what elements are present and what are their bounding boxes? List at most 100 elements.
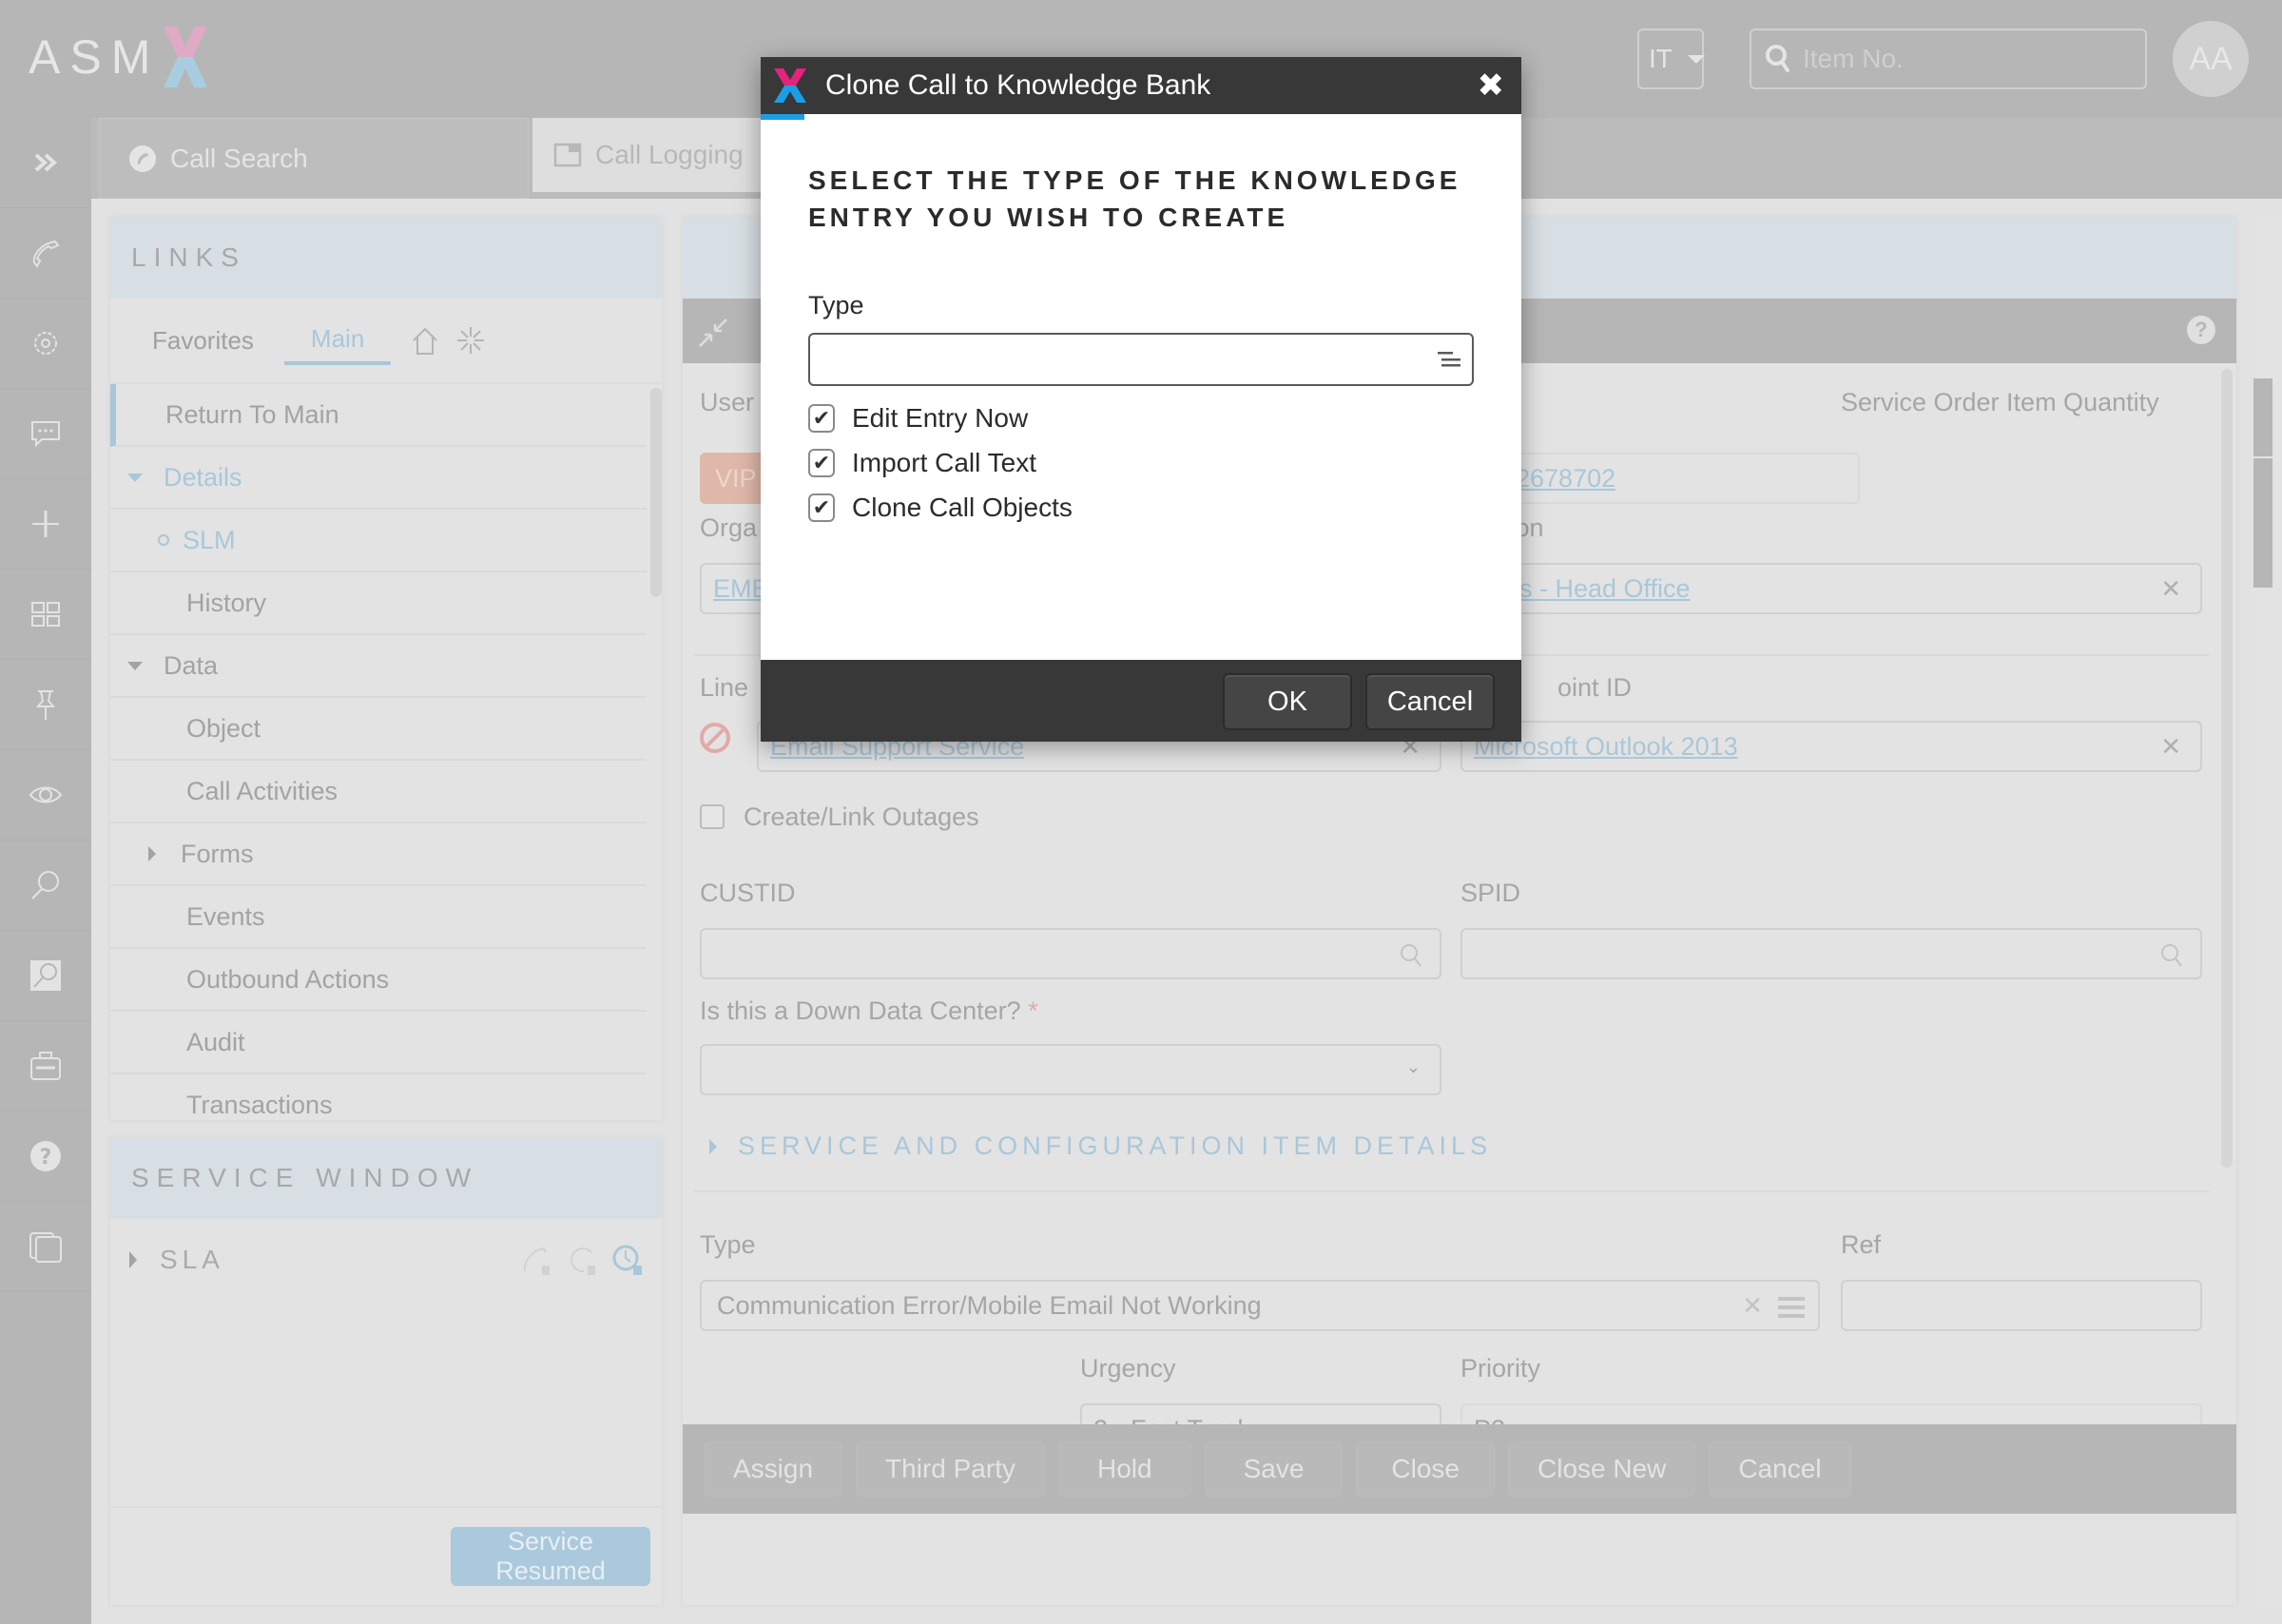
rail-settings[interactable] xyxy=(0,299,91,389)
help-icon[interactable]: ? xyxy=(2187,316,2215,344)
knowledge-type-field[interactable] xyxy=(808,333,1474,386)
search-icon[interactable] xyxy=(2158,941,2185,970)
ref-field[interactable] xyxy=(1841,1280,2202,1331)
tree-item-return-to-main[interactable]: Return To Main xyxy=(110,384,647,447)
cancel-button[interactable]: Cancel xyxy=(1365,673,1495,730)
item-number-input[interactable] xyxy=(1803,44,2117,74)
tree-item-label: Data xyxy=(164,650,219,680)
service-window-title: SERVICE WINDOW xyxy=(110,1137,662,1219)
rail-advanced-search[interactable] xyxy=(0,931,91,1021)
phone-pause-icon[interactable] xyxy=(519,1243,553,1277)
location-field[interactable]: s - Head Office ✕ xyxy=(1460,563,2202,614)
hold-button[interactable]: Hold xyxy=(1057,1441,1191,1497)
tab-label: Call Logging xyxy=(595,140,744,169)
tab-label: Call Search xyxy=(170,143,308,173)
search-icon[interactable] xyxy=(1398,941,1424,970)
tree-item-data[interactable]: Data xyxy=(110,635,647,698)
refresh-pause-icon[interactable] xyxy=(565,1243,599,1277)
form-scrollbar[interactable] xyxy=(2221,369,2233,1168)
chat-icon xyxy=(31,421,60,448)
tree-item-label: Return To Main xyxy=(165,399,339,429)
priority-label: Priority xyxy=(1460,1354,1541,1382)
type-field[interactable]: Communication Error/Mobile Email Not Wor… xyxy=(700,1280,1820,1331)
rail-help[interactable]: ? xyxy=(0,1112,91,1202)
assign-button[interactable]: Assign xyxy=(704,1441,843,1497)
rail-search[interactable] xyxy=(0,841,91,931)
department-select[interactable]: IT xyxy=(1637,29,1705,89)
rail-pinned[interactable] xyxy=(0,660,91,750)
links-panel: LINKS Favorites Main Return To Main Deta… xyxy=(110,217,662,1120)
clear-icon[interactable]: ✕ xyxy=(1742,1291,1763,1321)
item-search-box[interactable] xyxy=(1750,29,2147,89)
collapsed-arrow-icon[interactable] xyxy=(148,846,156,861)
ok-button[interactable]: OK xyxy=(1223,673,1352,730)
rail-tools[interactable] xyxy=(0,1021,91,1112)
checkbox-checked-icon[interactable]: ✔ xyxy=(808,493,835,522)
links-scrollbar[interactable] xyxy=(650,388,662,597)
location-link[interactable]: s - Head Office xyxy=(1519,574,1691,604)
expanded-arrow-icon[interactable] xyxy=(127,473,143,482)
checkbox-checked-icon[interactable]: ✔ xyxy=(808,449,835,477)
links-tab-favorites[interactable]: Favorites xyxy=(152,319,254,363)
tree-item-forms[interactable]: Forms xyxy=(110,823,647,886)
clear-icon[interactable]: ✕ xyxy=(2160,732,2181,762)
right-panel-tab[interactable] xyxy=(2253,378,2272,456)
list-picker-icon[interactable] xyxy=(1436,350,1460,369)
tree-item-events[interactable]: Events xyxy=(110,886,647,949)
rail-expand[interactable] xyxy=(0,118,91,208)
home-icon[interactable] xyxy=(410,325,440,356)
spid-field[interactable] xyxy=(1460,928,2202,979)
rail-new[interactable] xyxy=(0,479,91,570)
import-call-text-checkbox[interactable]: ✔ Import Call Text xyxy=(808,448,1036,478)
expanded-arrow-icon[interactable] xyxy=(127,661,143,670)
rail-windows[interactable] xyxy=(0,1202,91,1292)
clone-call-objects-checkbox[interactable]: ✔ Clone Call Objects xyxy=(808,493,1073,523)
service-resumed-button[interactable]: Service Resumed xyxy=(451,1527,650,1586)
edit-entry-now-checkbox[interactable]: ✔ Edit Entry Now xyxy=(808,403,1028,434)
tree-item-details[interactable]: Details xyxy=(110,447,647,510)
tree-item-slm[interactable]: SLM xyxy=(110,510,647,572)
phone-field[interactable]: 2678702 xyxy=(1502,453,1860,504)
collapse-all-icon[interactable] xyxy=(455,325,486,356)
tab-call-search[interactable]: Call Search xyxy=(99,118,529,199)
tree-item-outbound-actions[interactable]: Outbound Actions xyxy=(110,949,647,1012)
avatar-initials: AA xyxy=(2189,40,2233,77)
tree-item-label: Events xyxy=(186,901,265,931)
tree-item-call-activities[interactable]: Call Activities xyxy=(110,761,647,823)
rail-calls[interactable] xyxy=(0,208,91,299)
save-button[interactable]: Save xyxy=(1204,1441,1344,1497)
clear-icon[interactable]: ✕ xyxy=(2160,574,2181,604)
right-panel-tab[interactable] xyxy=(2253,458,2272,588)
checkbox-checked-icon[interactable]: ✔ xyxy=(808,404,835,433)
create-link-outages-checkbox[interactable] xyxy=(700,804,725,829)
clock-pause-icon[interactable] xyxy=(610,1243,645,1277)
tree-item-object[interactable]: Object xyxy=(110,698,647,761)
custid-label: CUSTID xyxy=(700,879,796,907)
collapse-arrows-icon[interactable] xyxy=(698,318,728,348)
close-button[interactable]: Close xyxy=(1356,1441,1495,1497)
down-dc-select[interactable]: ⌄ xyxy=(700,1044,1441,1095)
phone-link[interactable]: 2678702 xyxy=(1516,464,1615,493)
section-service-config-details[interactable]: SERVICE AND CONFIGURATION ITEM DETAILS xyxy=(709,1131,1492,1161)
tree-item-transactions[interactable]: Transactions xyxy=(110,1074,647,1120)
grid-icon xyxy=(31,602,60,627)
rail-watch[interactable] xyxy=(0,750,91,841)
links-tab-main[interactable]: Main xyxy=(283,317,392,365)
third-party-button[interactable]: Third Party xyxy=(856,1441,1045,1497)
rail-messages[interactable] xyxy=(0,389,91,479)
endpoint-field[interactable]: Microsoft Outlook 2013 ✕ xyxy=(1460,721,2202,772)
close-icon[interactable]: ✖ xyxy=(1478,67,1505,105)
list-icon[interactable] xyxy=(1778,1295,1805,1320)
rail-dashboard[interactable] xyxy=(0,570,91,660)
type-value: Communication Error/Mobile Email Not Wor… xyxy=(717,1290,1262,1320)
sla-label: SLA xyxy=(160,1245,224,1274)
right-side-panel xyxy=(2253,217,2282,1605)
tree-item-history[interactable]: History xyxy=(110,572,647,635)
user-avatar[interactable]: AA xyxy=(2173,21,2249,97)
cancel-button[interactable]: Cancel xyxy=(1709,1441,1851,1497)
sla-row[interactable]: SLA xyxy=(110,1219,662,1301)
tree-item-audit[interactable]: Audit xyxy=(110,1012,647,1074)
custid-field[interactable] xyxy=(700,928,1441,979)
collapsed-arrow-icon[interactable] xyxy=(129,1251,137,1268)
close-new-button[interactable]: Close New xyxy=(1508,1441,1696,1497)
